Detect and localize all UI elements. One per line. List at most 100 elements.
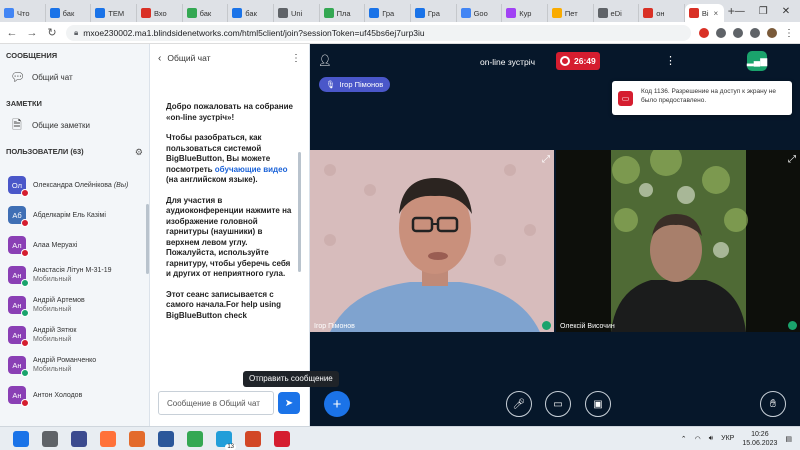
taskbar-firefox-icon[interactable] — [100, 430, 116, 447]
gear-icon[interactable]: ⚙ — [135, 147, 143, 158]
browser-tab[interactable]: бак — [228, 4, 274, 22]
taskbar-powerpoint-icon[interactable] — [245, 430, 261, 447]
user-list-scrollbar[interactable] — [146, 204, 149, 274]
profile-avatar[interactable] — [767, 27, 777, 38]
shared-notes-item[interactable]: 🗎 Общие заметки — [0, 108, 149, 140]
unmute-button[interactable]: 🎤︎ — [506, 391, 532, 417]
webcam-video-1[interactable]: Ігор Пімонов ⤢ — [310, 150, 554, 332]
clock[interactable]: 10:26 15.06.2023 — [742, 430, 777, 448]
avatar: Аб — [8, 206, 29, 227]
notifications-icon[interactable]: ▤ — [785, 435, 792, 443]
browser-tab[interactable]: бак — [46, 4, 92, 22]
recording-time: 26:49 — [574, 56, 596, 66]
webcam-video-2[interactable]: Олексій Височин ⤢ — [556, 150, 800, 332]
close-window-icon[interactable]: ✕ — [782, 6, 790, 17]
avatar-initials: Ал — [12, 240, 22, 250]
browser-tab[interactable]: eDi — [594, 4, 640, 22]
browser-tab[interactable]: Bi × — [684, 4, 724, 22]
user-list-item[interactable]: Ол Олександра Олейнікова (Вы) — [0, 170, 148, 200]
tab-favicon-icon — [186, 8, 197, 18]
browser-tab[interactable]: Кур — [502, 4, 548, 22]
taskbar-chrome-icon[interactable] — [187, 430, 203, 447]
fullscreen-icon[interactable]: ⤢ — [542, 154, 550, 165]
tutorial-video-link[interactable]: обучающие видео — [215, 165, 288, 174]
user-name-block: Андрій Артемов Мобильный — [33, 296, 85, 314]
tab-favicon-icon — [688, 8, 699, 18]
tray-chevron-icon[interactable]: ⌃ — [681, 435, 687, 443]
close-tab-icon[interactable]: × — [714, 9, 719, 18]
user-list-item[interactable]: Ан Андрій Артемов Мобильный — [0, 290, 148, 320]
avatar: Ан — [8, 326, 29, 347]
taskbar-matlab-icon[interactable] — [129, 430, 145, 447]
taskbar-word-icon[interactable] — [158, 430, 174, 447]
back-icon[interactable]: ← — [6, 27, 18, 39]
extension-icon[interactable] — [716, 27, 726, 38]
forward-icon[interactable]: → — [26, 27, 38, 39]
send-message-button[interactable]: ➤ — [278, 392, 300, 414]
taskbar-windows-icon[interactable] — [13, 430, 29, 447]
user-device-label: Мобильный — [33, 306, 72, 313]
user-name-block: Олександра Олейнікова (Вы) — [33, 181, 128, 190]
camera-button[interactable]: ▭ — [545, 391, 571, 417]
recording-indicator[interactable]: 26:49 — [556, 52, 600, 70]
extension-icon[interactable] — [699, 27, 709, 38]
user-list-item[interactable]: Ан Антон Холодов — [0, 380, 148, 410]
browser-tab[interactable]: Uni — [274, 4, 320, 22]
options-menu-icon[interactable]: ⋮ — [665, 54, 676, 67]
error-icon: ▭ — [618, 91, 633, 106]
taskbar-search-icon[interactable] — [42, 430, 58, 447]
volume-icon[interactable]: 🔊︎ — [709, 435, 713, 443]
user-list-toggle-icon[interactable]: 👤︎ — [318, 54, 332, 67]
taskbar-acrobat-icon[interactable] — [274, 430, 290, 447]
tab-favicon-icon — [369, 8, 380, 18]
browser-tab[interactable]: бак — [183, 4, 229, 22]
new-tab-icon[interactable]: + — [728, 4, 735, 18]
maximize-icon[interactable]: ❐ — [759, 6, 768, 17]
browser-tab[interactable]: Goo — [457, 4, 503, 22]
extension-icon[interactable] — [733, 27, 743, 38]
webcam-1-name: Ігор Пімонов — [314, 323, 355, 330]
screenshare-button[interactable]: ▣ — [585, 391, 611, 417]
tab-label: TEM — [108, 8, 125, 18]
browser-tab[interactable]: Гра — [411, 4, 457, 22]
user-name: Олександра Олейнікова — [33, 181, 112, 189]
connection-status-button[interactable]: ▂▄▆ — [747, 51, 767, 71]
user-list-item[interactable]: Ал Алаа Меруахі — [0, 230, 148, 260]
language-indicator[interactable]: УКР — [721, 435, 734, 442]
actions-plus-button[interactable]: + — [324, 391, 350, 417]
tab-label: Вхо — [153, 8, 167, 18]
user-list-item[interactable]: Аб Абделкарім Ель Казімі — [0, 200, 148, 230]
taskbar-telegram-icon[interactable]: 13 — [216, 430, 236, 450]
fullscreen-icon[interactable]: ⤢ — [788, 154, 796, 165]
public-chat-item[interactable]: 💬︎ Общий чат — [0, 60, 149, 92]
welcome-line: Добро пожаловать на собрание «on-line зу… — [166, 102, 294, 123]
chat-scrollbar[interactable] — [298, 152, 301, 272]
browser-menu-icon[interactable]: ⋮ — [784, 27, 794, 39]
chevron-left-icon[interactable]: ‹ — [158, 53, 161, 64]
browser-tab[interactable]: Пет — [548, 4, 594, 22]
browser-tab[interactable]: TEM — [91, 4, 137, 22]
tab-label: Bi — [701, 8, 709, 18]
browser-tab[interactable]: Пла — [320, 4, 366, 22]
minimize-icon[interactable]: — — [735, 6, 745, 17]
raise-hand-button[interactable]: ✋︎ — [760, 391, 786, 417]
network-icon[interactable]: ◠ — [695, 435, 701, 443]
browser-tab[interactable]: Вхо — [137, 4, 183, 22]
user-list-item[interactable]: Ан Андрій Романченко Мобильный — [0, 350, 148, 380]
browser-tab[interactable]: Гра — [365, 4, 411, 22]
user-list-item[interactable]: Ан Анастасія Літун М-31-19 Мобильный — [0, 260, 148, 290]
record-icon — [560, 56, 570, 66]
meeting-top-bar: 👤︎ on-line зустріч 26:49 ⋮ ▂▄▆ — [310, 44, 800, 78]
url-input[interactable]: 🔒︎ mxoe230002.ma1.blindsidenetworks.com/… — [66, 24, 691, 41]
browser-tab[interactable]: Что — [0, 4, 46, 22]
chat-options-icon[interactable]: ⋮ — [291, 53, 301, 64]
chat-welcome-message: Добро пожаловать на собрание «on-line зу… — [166, 102, 294, 331]
taskbar-taskview-icon[interactable] — [71, 430, 87, 447]
chat-message-input[interactable]: Сообщение в Общий чат — [158, 391, 274, 415]
chat-title: Общий чат — [167, 53, 211, 63]
extension-icon[interactable] — [750, 27, 760, 38]
user-list-item[interactable]: Ан Андрій Зятюк Мобильный — [0, 320, 148, 350]
reload-icon[interactable]: ↻ — [46, 26, 58, 39]
browser-tab[interactable]: он — [639, 4, 685, 22]
user-name-block: Абделкарім Ель Казімі — [33, 211, 106, 220]
